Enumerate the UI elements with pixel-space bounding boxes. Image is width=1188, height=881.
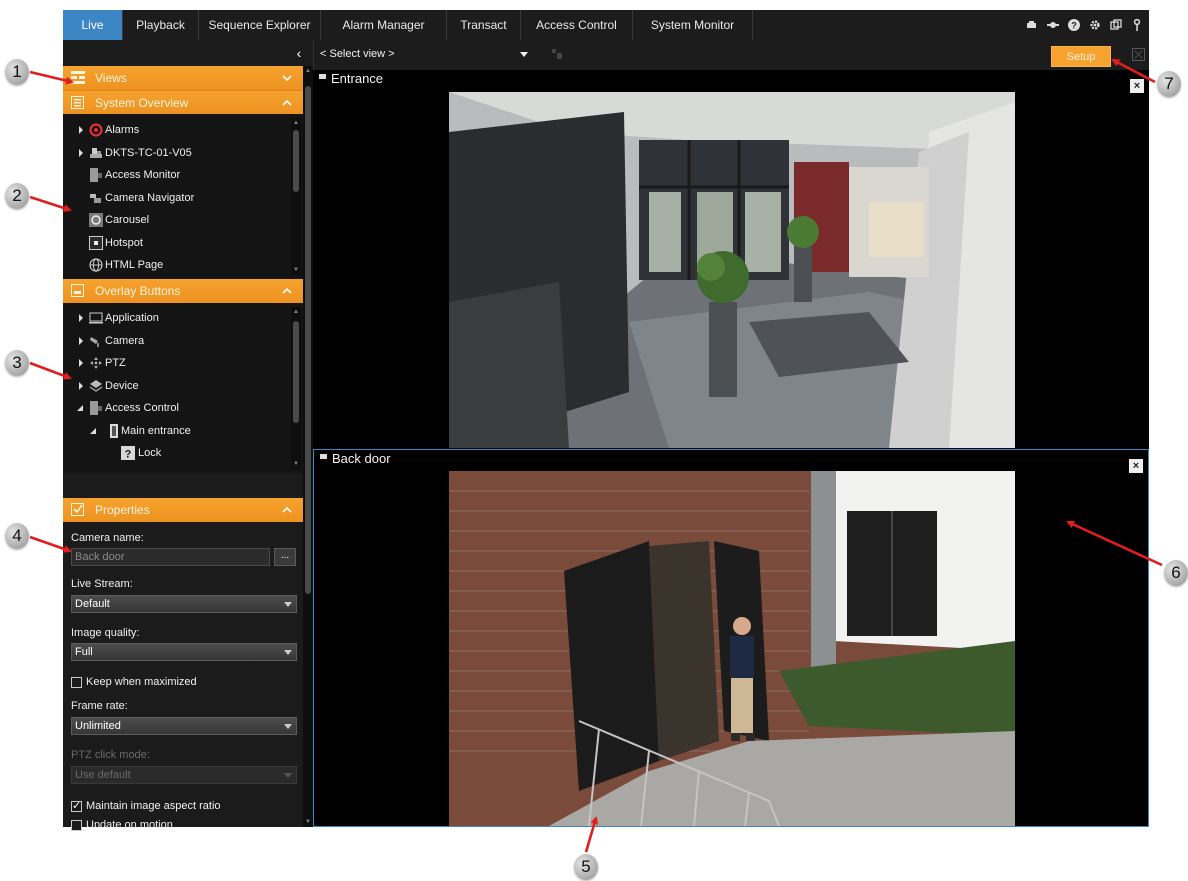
callout-arrows <box>29 58 1163 853</box>
arrow-5 <box>584 816 599 853</box>
arrow-7 <box>1111 58 1156 84</box>
arrow-1 <box>29 70 74 85</box>
arrow-2 <box>29 195 72 212</box>
arrow-4 <box>29 535 72 553</box>
arrow-3 <box>29 361 72 380</box>
arrow-6 <box>1066 520 1163 567</box>
